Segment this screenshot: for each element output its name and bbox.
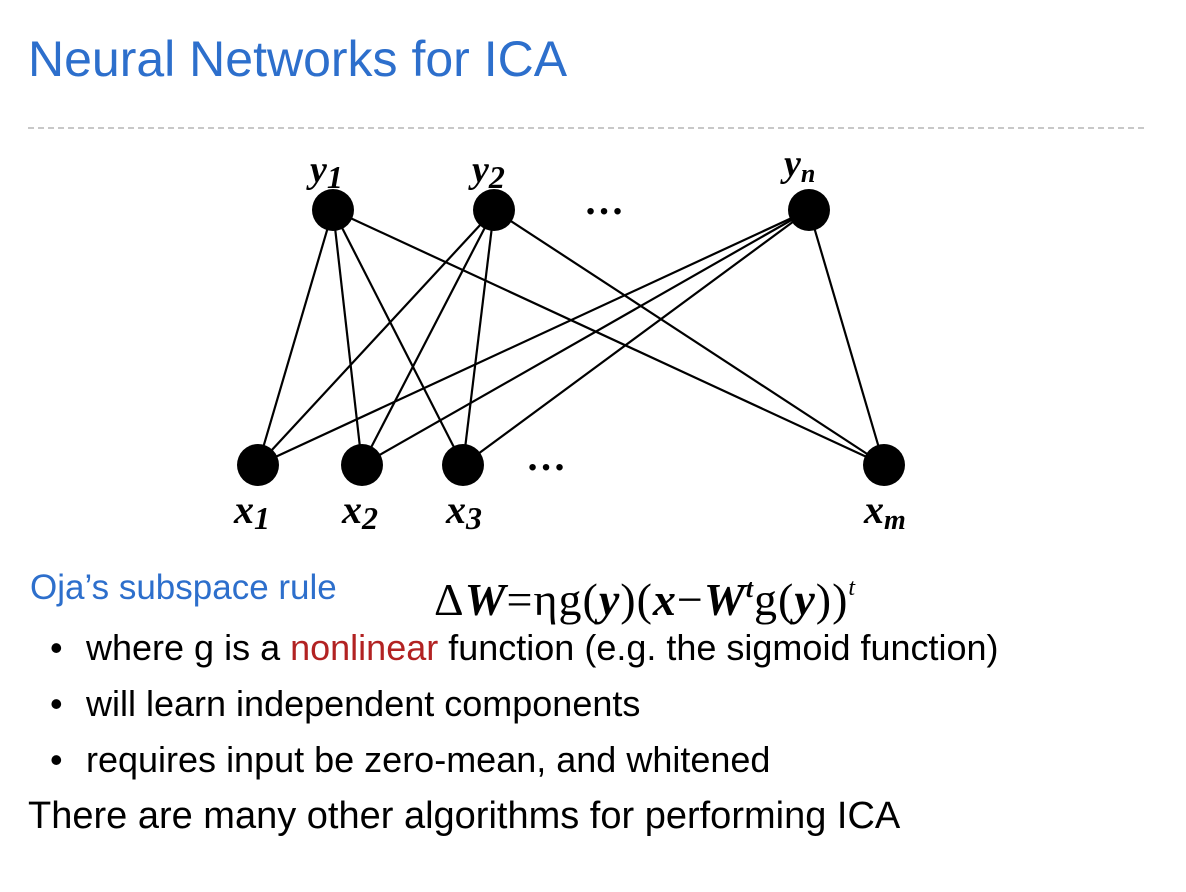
label-x3-base: x — [445, 487, 466, 532]
formula-rparen2: ) — [832, 574, 849, 625]
label-x2: x2 — [341, 487, 378, 536]
formula-delta: Δ — [434, 574, 465, 625]
formula-transpose2: t — [848, 575, 857, 601]
edge-y1-x1 — [256, 209, 335, 466]
node-yn — [788, 189, 830, 231]
formula-transpose1: t — [745, 574, 755, 603]
edge-y1-x2 — [331, 209, 364, 466]
bullet-text: will learn independent components — [86, 683, 641, 724]
node-x1 — [237, 444, 279, 486]
formula-minus: − — [676, 574, 704, 625]
formula-g2: g — [754, 574, 779, 625]
label-y2-sub: 2 — [488, 159, 505, 195]
label-y2-base: y — [468, 149, 489, 191]
formula-y1: y — [598, 574, 621, 625]
bullet-dot: • — [50, 627, 63, 668]
formula-lparen3: ( — [778, 574, 795, 625]
label-xm-sub: m — [884, 505, 906, 536]
label-x3-sub: 3 — [465, 500, 482, 536]
label-y1-sub: 1 — [327, 159, 343, 195]
edge-yn-x1 — [257, 209, 810, 466]
input-layer: … x1 x2 x3 xm — [233, 434, 906, 536]
label-xm-base: x — [863, 487, 884, 532]
label-x1: x1 — [233, 487, 270, 536]
edge-y2-x1 — [257, 209, 495, 466]
label-x2-sub: 2 — [361, 500, 378, 536]
formula-x: x — [652, 574, 677, 625]
rule-name: Oja’s subspace rule — [30, 568, 337, 607]
formula-equals: = — [506, 574, 534, 625]
label-yn-base: y — [780, 143, 801, 185]
edge-y2-x3 — [461, 209, 496, 466]
formula-g1: g — [558, 574, 583, 625]
edge-y2-xm — [493, 209, 885, 466]
formula-eta: η — [533, 574, 559, 625]
network-edges — [256, 209, 886, 466]
label-y2: y2 — [468, 149, 505, 195]
formula-y2: y — [794, 574, 816, 625]
label-xm: xm — [863, 487, 906, 536]
edge-y1-x3 — [332, 209, 464, 466]
edge-y1-xm — [332, 209, 885, 466]
formula-rparen3: ) — [815, 574, 833, 625]
node-x2 — [341, 444, 383, 486]
bullet-dot: • — [50, 739, 63, 780]
node-y1 — [312, 189, 354, 231]
formula-lparen1: ( — [582, 574, 599, 625]
bullet-text-after: function (e.g. the sigmoid function) — [438, 627, 999, 668]
label-x1-sub: 1 — [254, 500, 270, 536]
input-ellipsis: … — [526, 434, 566, 479]
bullet-text: requires input be zero-mean, and whitene… — [86, 739, 771, 780]
oja-formula: ΔW=ηg(y)(x−Wtg(y))t — [434, 560, 856, 628]
label-y1-base: y — [306, 149, 327, 191]
bullet-list: • where g is a nonlinear function (e.g. t… — [50, 622, 999, 790]
formula-w: W — [464, 574, 507, 625]
edge-yn-x3 — [462, 209, 810, 466]
output-layer: … y1 y2 yn — [306, 143, 830, 231]
bullet-text: where g is a — [86, 627, 291, 668]
formula-lparen2: ( — [636, 574, 653, 625]
closing-statement: There are many other algorithms for perf… — [28, 795, 901, 837]
label-yn: yn — [780, 143, 815, 188]
bullet-dot: • — [50, 683, 63, 724]
bullet-item: • will learn independent components — [50, 678, 999, 734]
label-x2-base: x — [341, 487, 362, 532]
bullet-highlight: nonlinear — [290, 627, 439, 668]
label-x1-base: x — [233, 487, 254, 532]
output-ellipsis: … — [584, 178, 624, 223]
formula-rparen1: ) — [620, 574, 637, 625]
label-y1: y1 — [306, 149, 343, 195]
node-xm — [863, 444, 905, 486]
bullet-item: • where g is a nonlinear function (e.g. t… — [50, 622, 999, 678]
label-yn-sub: n — [801, 159, 815, 188]
node-y2 — [473, 189, 515, 231]
node-x3 — [442, 444, 484, 486]
bullet-item: • requires input be zero-mean, and whiten… — [50, 734, 999, 790]
formula-w2: W — [703, 574, 746, 625]
edge-yn-xm — [807, 209, 886, 466]
network-diagram: … y1 y2 yn … x1 x2 x3 xm — [233, 143, 906, 536]
label-x3: x3 — [445, 487, 482, 536]
